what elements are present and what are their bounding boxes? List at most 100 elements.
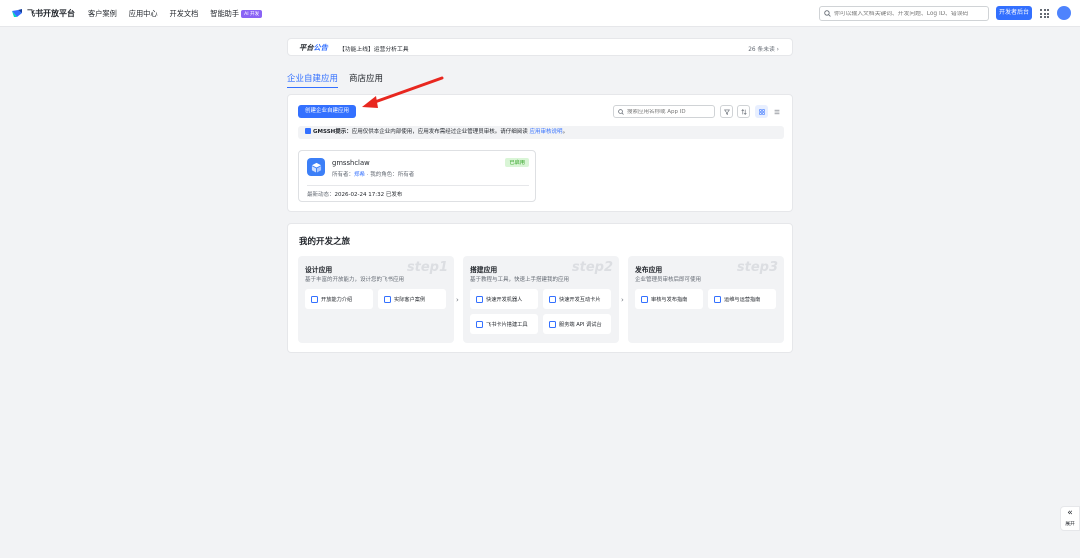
api-link-icon	[549, 320, 556, 328]
builder-icon	[476, 320, 483, 328]
step-link-label: 审核与发布指南	[651, 296, 688, 303]
app-cube-icon	[307, 158, 325, 176]
developer-console-button[interactable]: 开发者后台	[996, 6, 1032, 20]
apps-panel: 创建企业自建应用 GMSSH提示：应用仅供本企业内部使用，应用发布需经过企业管理…	[287, 94, 793, 212]
step-title: 搭建应用	[470, 266, 498, 274]
nav-dev-docs[interactable]: 开发文档	[170, 9, 199, 19]
nav-smart-assistant-label: 智能助手	[210, 9, 240, 18]
list-view-icon	[774, 109, 779, 114]
chart-icon	[714, 295, 721, 303]
app-name: gmsshclaw	[332, 159, 370, 167]
notice-unread-count: 26 条未读	[748, 47, 775, 53]
ai-badge: AI 开发	[241, 10, 263, 18]
grid-view-icon	[758, 108, 765, 115]
double-chevron-left-icon: «	[1067, 508, 1073, 518]
step-watermark: step1	[406, 260, 448, 275]
app-card-divider	[307, 185, 529, 186]
filter-icon	[723, 109, 730, 115]
chevron-right-icon: ›	[776, 47, 779, 53]
step-link-label: 运维与运营指南	[724, 296, 761, 303]
latest-label: 最新动态：	[307, 192, 335, 198]
nav-customer-cases[interactable]: 客户案例	[88, 9, 117, 19]
step-link-api-console[interactable]: 服务端 API 调试台	[543, 314, 611, 334]
notice-title-part2: 公告	[313, 43, 328, 52]
step-title: 设计应用	[305, 266, 333, 274]
expand-side-panel-button[interactable]: « 展开	[1060, 506, 1080, 531]
sort-button[interactable]	[737, 105, 750, 118]
search-icon	[824, 10, 831, 17]
app-meta: 所有者：郑希 · 我的角色：所有者	[332, 172, 415, 178]
step-link-customer-cases[interactable]: 实际客户案例	[378, 289, 446, 309]
role-label: 我的角色：	[370, 172, 398, 178]
nav-smart-assistant[interactable]: 智能助手 AI 开发	[210, 9, 263, 19]
case-icon	[384, 295, 391, 303]
filter-button[interactable]	[720, 105, 733, 118]
step-link-label: 开放能力介绍	[321, 296, 353, 303]
notice-title: 平台公告	[299, 43, 328, 53]
grid-view-button[interactable]	[755, 105, 768, 118]
user-avatar[interactable]	[1057, 6, 1071, 20]
app-search-input[interactable]	[627, 108, 712, 115]
app-type-tabs: 企业自建应用 商店应用	[287, 72, 383, 88]
step-title: 发布应用	[635, 266, 663, 274]
info-icon	[305, 128, 311, 134]
sort-icon	[740, 108, 747, 115]
owner-label: 所有者：	[332, 172, 355, 178]
step-link-review-guide[interactable]: 审核与发布指南	[635, 289, 703, 309]
global-search-input[interactable]	[834, 10, 984, 17]
step-link-capabilities[interactable]: 开放能力介绍	[305, 289, 373, 309]
tip-text: 应用仅供本企业内部使用，应用发布需经过企业管理员审核。请仔细阅读	[351, 129, 530, 135]
step-publish: step3 发布应用 企业管理员审核后即可使用 审核与发布指南 运维与运营指南	[628, 256, 784, 343]
notice-unread-link[interactable]: 26 条未读 ›	[748, 44, 779, 53]
approval-guide-link[interactable]: 应用审核说明	[530, 129, 563, 135]
tip-suffix: 。	[562, 129, 569, 135]
approval-tip: GMSSH提示：应用仅供本企业内部使用，应用发布需经过企业管理员审核。请仔细阅读…	[298, 126, 784, 139]
chevron-right-icon: ›	[621, 296, 624, 304]
step-desc: 基于丰富的开放能力，设计您的飞书应用	[305, 277, 405, 283]
brand-logo[interactable]: 飞书开放平台	[11, 7, 75, 19]
tab-custom-apps[interactable]: 企业自建应用	[287, 72, 339, 88]
brand-name: 飞书开放平台	[27, 8, 75, 18]
latest-value: 2026-02-24 17:32 已发布	[334, 192, 403, 198]
step-desc: 企业管理员审核后即可使用	[635, 277, 702, 283]
main-nav: 客户案例 应用中心 开发文档 智能助手 AI 开发	[88, 9, 263, 19]
step-desc: 基于教程与工具，快速上手搭建我的应用	[470, 277, 570, 283]
step-link-card-builder[interactable]: 飞书卡片搭建工具	[470, 314, 538, 334]
notice-title-part1: 平台	[299, 43, 314, 52]
list-view-button[interactable]	[770, 105, 783, 118]
status-badge: 已启用	[505, 158, 529, 167]
step-link-ops-guide[interactable]: 运维与运营指南	[708, 289, 776, 309]
global-search[interactable]	[819, 6, 989, 21]
bot-icon	[476, 295, 483, 303]
dev-journey-panel: 我的开发之旅 step1 设计应用 基于丰富的开放能力，设计您的飞书应用 开放能…	[287, 223, 793, 353]
step-link-bot[interactable]: 快速开发机器人	[470, 289, 538, 309]
step-link-label: 服务端 API 调试台	[559, 321, 602, 328]
tip-prefix: GMSSH提示：	[313, 129, 352, 135]
nav-app-center[interactable]: 应用中心	[129, 9, 158, 19]
app-owner-link[interactable]: 郑希	[354, 172, 365, 178]
journey-title: 我的开发之旅	[299, 237, 351, 247]
notice-text[interactable]: 【功能上线】运营分析工具	[339, 44, 409, 53]
platform-notice-bar[interactable]: 平台公告 【功能上线】运营分析工具 26 条未读 ›	[287, 38, 793, 56]
feishu-logo-icon	[12, 9, 22, 17]
step-watermark: step2	[571, 260, 613, 275]
doc-icon	[311, 295, 318, 303]
tab-store-apps[interactable]: 商店应用	[349, 72, 383, 88]
step-link-label: 实际客户案例	[394, 296, 426, 303]
card-icon	[549, 295, 556, 303]
step-link-label: 快速开发互动卡片	[559, 296, 601, 303]
step-link-label: 快速开发机器人	[486, 296, 523, 303]
step-design: step1 设计应用 基于丰富的开放能力，设计您的飞书应用 开放能力介绍 实际客…	[298, 256, 454, 343]
expand-label: 展开	[1065, 522, 1075, 527]
app-search[interactable]	[613, 105, 715, 118]
step-watermark: step3	[736, 260, 778, 275]
app-grid-icon[interactable]	[1040, 9, 1049, 18]
search-icon	[618, 108, 624, 115]
step-link-label: 飞书卡片搭建工具	[486, 321, 528, 328]
step-link-card[interactable]: 快速开发互动卡片	[543, 289, 611, 309]
create-custom-app-button[interactable]: 创建企业自建应用	[298, 105, 356, 118]
app-latest-activity: 最新动态：2026-02-24 17:32 已发布	[307, 190, 402, 198]
top-navigation-bar: 飞书开放平台 客户案例 应用中心 开发文档 智能助手AI 开发 开发者后台	[0, 0, 1080, 27]
user-check-icon	[641, 295, 648, 303]
app-card[interactable]: gmsshclaw 所有者：郑希 · 我的角色：所有者 已启用 最新动态：202…	[298, 150, 536, 202]
